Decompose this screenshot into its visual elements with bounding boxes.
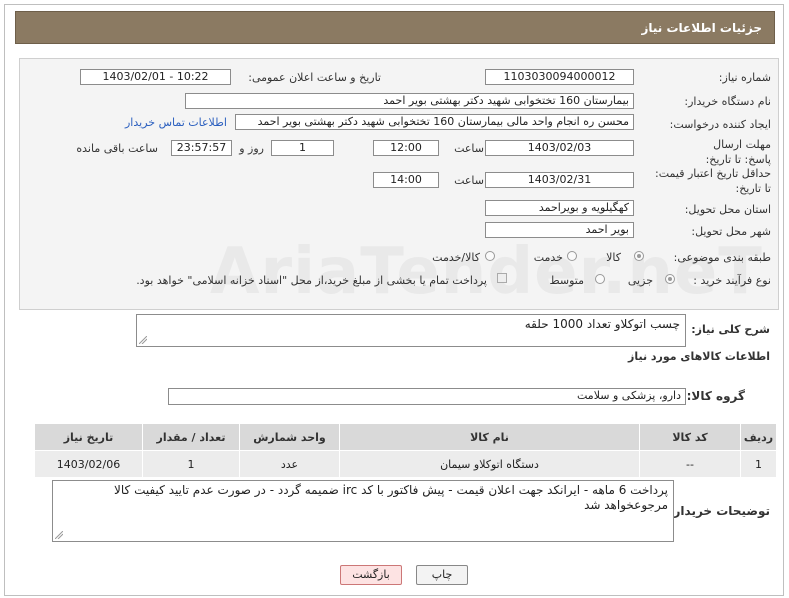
city-label: شهر محل تحویل:	[691, 225, 771, 238]
province-label: استان محل تحویل:	[684, 203, 771, 216]
reply-time-field[interactable]: 12:00	[373, 140, 439, 156]
process-option-medium: متوسط	[549, 274, 584, 287]
table-header-row: ردیف کد کالا نام کالا واحد شمارش تعداد /…	[34, 423, 777, 451]
reply-date-field[interactable]: 1403/02/03	[485, 140, 634, 156]
remaining-time-field[interactable]: 23:57:57	[171, 140, 232, 156]
reply-time-label: ساعت	[454, 142, 484, 155]
print-button[interactable]: چاپ	[416, 565, 468, 585]
resize-grip-icon	[55, 531, 63, 539]
need-number-label: شماره نیاز:	[718, 71, 771, 84]
category-radio-goods-service[interactable]	[485, 251, 495, 261]
process-radio-minor[interactable]	[665, 274, 675, 284]
buyer-notes-label: توضیحات خریدار:	[668, 504, 770, 518]
column-header: نام کالا	[339, 423, 640, 451]
description-text: چسب اتوکلاو تعداد 1000 حلقه	[524, 317, 680, 331]
buyer-notes-text: پرداخت 6 ماهه - ایرانکد جهت اعلان قیمت -…	[114, 483, 668, 512]
category-radio-goods[interactable]	[634, 251, 644, 261]
creator-label: ایجاد کننده درخواست:	[669, 118, 771, 131]
category-option-service: خدمت	[533, 251, 563, 264]
goods-group-field[interactable]: دارو، پزشکی و سلامت	[168, 388, 686, 405]
column-header: واحد شمارش	[239, 423, 340, 451]
resize-grip-icon	[139, 336, 147, 344]
column-header: کد کالا	[639, 423, 741, 451]
description-label: شرح کلی نیاز:	[691, 323, 770, 336]
city-field[interactable]: بویر احمد	[485, 222, 634, 238]
table-cell: 1403/02/06	[34, 450, 143, 478]
table-row[interactable]: 1 -- دستگاه اتوکلاو سیمان عدد 1 1403/02/…	[34, 450, 777, 478]
days-field[interactable]: 1	[271, 140, 334, 156]
goods-section-title: اطلاعات کالاهای مورد نیاز	[628, 350, 770, 363]
buyer-org-label: نام دستگاه خریدار:	[684, 95, 771, 108]
column-header: ردیف	[740, 423, 777, 451]
process-radio-medium[interactable]	[595, 274, 605, 284]
process-label: نوع فرآیند خرید :	[693, 274, 771, 287]
description-textarea[interactable]: چسب اتوکلاو تعداد 1000 حلقه	[136, 314, 686, 347]
page-header: جزئیات اطلاعات نیاز	[15, 11, 775, 44]
announce-field[interactable]: 1403/02/01 - 10:22	[80, 69, 231, 85]
price-time-field[interactable]: 14:00	[373, 172, 439, 188]
table-cell: 1	[740, 450, 777, 478]
table-cell: 1	[142, 450, 240, 478]
need-number-field[interactable]: 1103030094000012	[485, 69, 634, 85]
contact-info-link[interactable]: اطلاعات تماس خریدار	[125, 116, 227, 129]
table-cell: --	[639, 450, 741, 478]
page-title: جزئیات اطلاعات نیاز	[641, 21, 762, 35]
back-button[interactable]: بازگشت	[340, 565, 402, 585]
category-label: طبقه بندی موضوعی:	[673, 251, 771, 264]
days-label: روز و	[239, 142, 264, 155]
table-cell: دستگاه اتوکلاو سیمان	[339, 450, 640, 478]
column-header: تعداد / مقدار	[142, 423, 240, 451]
process-option-minor: جزیی	[627, 274, 653, 287]
column-header: تاریخ نیاز	[34, 423, 143, 451]
creator-field[interactable]: محسن ره انجام واحد مالی بیمارستان 160 تخ…	[235, 114, 634, 130]
reply-deadline-label: مهلت ارسال پاسخ: تا تاریخ:	[705, 138, 771, 166]
price-validity-label: حداقل تاریخ اعتبار قیمت: تا تاریخ:	[655, 167, 771, 195]
category-option-goods: کالا	[606, 251, 621, 264]
goods-group-label: گروه کالا:	[686, 389, 745, 403]
treasury-payment-note: پرداخت تمام یا بخشی از مبلغ خرید،از محل …	[136, 274, 487, 287]
goods-table: ردیف کد کالا نام کالا واحد شمارش تعداد /…	[34, 423, 777, 478]
announce-label: تاریخ و ساعت اعلان عمومی:	[248, 71, 381, 84]
category-option-goods-service: کالا/خدمت	[432, 251, 480, 264]
treasury-checkbox[interactable]	[497, 273, 507, 283]
province-field[interactable]: کهگیلویه و بویراحمد	[485, 200, 634, 216]
remaining-label: ساعت باقی مانده	[76, 142, 158, 155]
category-radio-service[interactable]	[567, 251, 577, 261]
price-time-label: ساعت	[454, 174, 484, 187]
buyer-org-field[interactable]: بیمارستان 160 تختخوابی شهید دکتر بهشتی ب…	[185, 93, 634, 109]
buyer-notes-textarea[interactable]: پرداخت 6 ماهه - ایرانکد جهت اعلان قیمت -…	[52, 480, 674, 542]
price-date-field[interactable]: 1403/02/31	[485, 172, 634, 188]
table-cell: عدد	[239, 450, 340, 478]
